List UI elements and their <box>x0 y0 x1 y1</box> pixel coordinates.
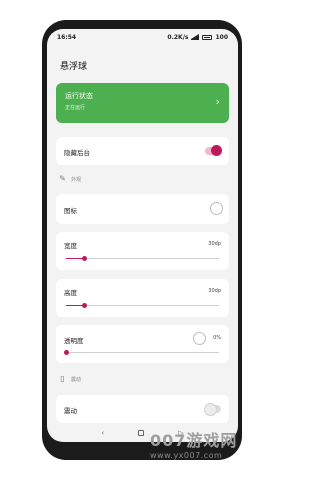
icon-setting-label: 图标 <box>64 207 77 215</box>
stage: 16:54 0.2K/s 100 悬浮球 运行状态 正在运行 › 隐藏后台 ✎ … <box>0 0 287 480</box>
hide-background-row[interactable]: 隐藏后台 <box>56 137 229 165</box>
phone-screen: 16:54 0.2K/s 100 悬浮球 运行状态 正在运行 › 隐藏后台 ✎ … <box>47 29 238 442</box>
appearance-section-label: 外观 <box>71 177 82 183</box>
height-setting-row: 高度 30dp <box>56 279 229 317</box>
vibration-section-label: 震动 <box>71 377 82 383</box>
status-time: 16:54 <box>57 33 77 41</box>
opacity-setting-label: 透明度 <box>64 337 84 345</box>
opacity-setting-row: 透明度 0% <box>56 325 229 363</box>
run-status-card[interactable]: 运行状态 正在运行 › <box>56 83 229 123</box>
width-setting-label: 宽度 <box>64 242 77 250</box>
hide-background-toggle[interactable] <box>205 145 222 156</box>
vibration-toggle[interactable] <box>204 403 221 416</box>
width-slider-thumb[interactable] <box>81 256 87 261</box>
palette-icon: ✎ <box>59 174 66 183</box>
status-bar: 16:54 0.2K/s 100 <box>47 29 238 45</box>
battery-icon <box>202 34 213 40</box>
network-speed: 0.2K/s <box>167 33 189 41</box>
opacity-slider-thumb[interactable] <box>63 350 69 355</box>
width-slider[interactable] <box>66 256 219 261</box>
watermark-url: www.yx007.com <box>150 451 223 460</box>
vibration-setting-label: 震动 <box>64 407 77 415</box>
opacity-value: 0% <box>213 335 221 341</box>
vibration-icon: ▯ <box>60 374 65 383</box>
battery-level: 100 <box>215 33 228 41</box>
status-right: 0.2K/s 100 <box>167 33 228 41</box>
opacity-radio[interactable] <box>193 332 206 345</box>
height-setting-label: 高度 <box>64 289 77 297</box>
home-icon[interactable] <box>138 430 145 436</box>
watermark-title: 007游戏网 <box>150 431 238 450</box>
chevron-right-icon: › <box>215 95 220 108</box>
signal-icon <box>191 33 200 40</box>
run-status-subtitle: 正在运行 <box>65 105 86 111</box>
watermark: 007游戏网 www.yx007.com <box>150 427 237 460</box>
page-title: 悬浮球 <box>60 62 88 72</box>
height-slider-thumb[interactable] <box>81 303 87 308</box>
vibration-setting-row[interactable]: 震动 <box>56 395 229 423</box>
width-setting-row: 宽度 30dp <box>56 232 229 270</box>
height-value: 30dp <box>208 288 221 294</box>
height-slider[interactable] <box>66 303 219 308</box>
back-icon[interactable]: ‹ <box>101 429 104 437</box>
run-status-title: 运行状态 <box>65 92 93 100</box>
width-value: 30dp <box>208 241 221 247</box>
opacity-slider[interactable] <box>63 350 219 355</box>
icon-setting-row[interactable]: 图标 <box>56 194 229 224</box>
icon-radio[interactable] <box>210 202 223 215</box>
hide-background-label: 隐藏后台 <box>64 149 90 157</box>
